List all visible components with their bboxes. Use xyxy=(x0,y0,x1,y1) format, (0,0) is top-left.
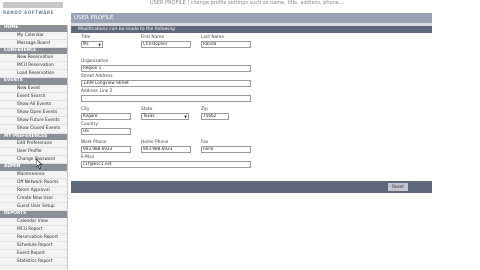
state-select[interactable]: Texas ▼ xyxy=(141,113,189,120)
sidebar-item[interactable]: Show Future Events xyxy=(0,117,67,126)
sidebar-item[interactable]: Show Open Events xyxy=(0,109,67,118)
sidebar-item[interactable]: MCU Reservation xyxy=(0,62,67,71)
sidebar-item[interactable]: Room Approval xyxy=(0,187,67,196)
sidebar-item[interactable]: New Event xyxy=(0,85,67,94)
city-field[interactable]: Kilgore xyxy=(81,113,131,120)
sidebar-item[interactable]: My Calendar xyxy=(0,32,67,40)
sidebar-item[interactable]: Edit Preferences xyxy=(0,140,67,149)
sidebar-section-header: HOME xyxy=(0,25,67,32)
work-phone-label: Work Phone xyxy=(81,140,107,145)
sidebar-item[interactable]: Event Search xyxy=(0,93,67,102)
country-field[interactable]: US xyxy=(81,128,131,135)
title-label: Title xyxy=(81,35,91,40)
sidebar-item[interactable]: New Reservation xyxy=(0,54,67,63)
title-select[interactable]: Mr. ▼ xyxy=(81,41,103,48)
address-line2-label: Address Line 2 xyxy=(81,89,113,94)
fax-label: Fax xyxy=(201,140,209,145)
user-profile-panel: USER PROFILE Modifications can be made t… xyxy=(71,13,432,193)
mouse-cursor-icon xyxy=(36,159,43,169)
chevron-down-icon: ▼ xyxy=(184,115,187,119)
state-select-value: Texas xyxy=(143,113,155,118)
sidebar-section-header: CONFERENCE xyxy=(0,47,67,55)
logo-graphic xyxy=(3,2,63,8)
sidebar-item[interactable]: Off Network Rooms xyxy=(0,179,67,187)
panel-title: USER PROFILE xyxy=(71,13,432,23)
sidebar-item[interactable]: Show Closed Events xyxy=(0,125,67,134)
sidebar-item[interactable]: Event Report xyxy=(0,250,67,259)
sidebar-item[interactable]: MCU Report xyxy=(0,226,67,234)
zip-field[interactable]: 75662 xyxy=(201,113,229,120)
home-phone-field[interactable]: 903.988.6923 xyxy=(141,146,191,153)
page-description: USER PROFILE | change profile settings s… xyxy=(150,0,344,6)
sidebar-section-header: REPORTS xyxy=(0,211,67,218)
home-phone-label: Home Phone xyxy=(141,140,169,145)
sidebar-item[interactable]: Show All Events xyxy=(0,101,67,110)
sidebar-item[interactable]: Statistics Report xyxy=(0,258,67,267)
chevron-down-icon: ▼ xyxy=(98,43,101,47)
sidebar-nav: HOME My Calendar Message Board CONFERENCE Ne… xyxy=(0,25,68,270)
last-name-label: Last Name xyxy=(201,35,224,40)
sidebar-section-header: MY PREFERENCES xyxy=(0,133,67,141)
sidebar-section-header: ADMIN xyxy=(0,164,67,171)
sidebar-section-header: EVENTS xyxy=(0,78,67,85)
first-name-label: First Name xyxy=(141,35,165,40)
last-name-field[interactable]: Randa xyxy=(201,41,251,48)
fax-field[interactable]: none xyxy=(201,146,251,153)
city-label: City xyxy=(81,107,90,112)
address-line2-field[interactable] xyxy=(81,95,251,102)
sidebar-item[interactable]: Calendar View xyxy=(0,218,67,226)
sidebar-item[interactable]: Schedule Report xyxy=(0,242,67,251)
organization-label: Organization xyxy=(81,59,109,64)
street-address-field[interactable]: 1309 Longview Street xyxy=(81,80,251,87)
reset-button[interactable]: Reset xyxy=(388,183,408,191)
country-label: Country xyxy=(81,122,99,127)
first-name-field[interactable]: Christopher xyxy=(141,41,191,48)
panel-subtitle: Modifications can be made to the followi… xyxy=(71,26,432,33)
title-select-value: Mr. xyxy=(83,41,90,46)
logo-text: RANDO SOFTWARE xyxy=(3,10,54,15)
form-footer: Reset xyxy=(71,181,432,193)
street-address-label: Street Address xyxy=(81,74,113,79)
profile-form: Title Mr. ▼ First Name Christopher Last … xyxy=(71,33,432,181)
zip-label: Zip xyxy=(201,107,208,112)
app-logo[interactable]: RANDO SOFTWARE xyxy=(0,0,66,22)
sidebar-item[interactable]: Maintenance xyxy=(0,171,67,179)
sidebar-item[interactable]: Message Board xyxy=(0,40,67,48)
sidebar-item[interactable]: Reservation Report xyxy=(0,234,67,243)
state-label: State xyxy=(141,107,153,112)
email-field[interactable]: c1f@esc1.net xyxy=(81,161,251,168)
organization-field[interactable]: Region 1 xyxy=(81,65,251,72)
sidebar-item[interactable]: Create New User xyxy=(0,195,67,204)
work-phone-field[interactable]: 903.988.6923 xyxy=(81,146,131,153)
sidebar-item[interactable]: User Profile xyxy=(0,148,67,157)
email-label: E-Mail xyxy=(81,155,94,160)
